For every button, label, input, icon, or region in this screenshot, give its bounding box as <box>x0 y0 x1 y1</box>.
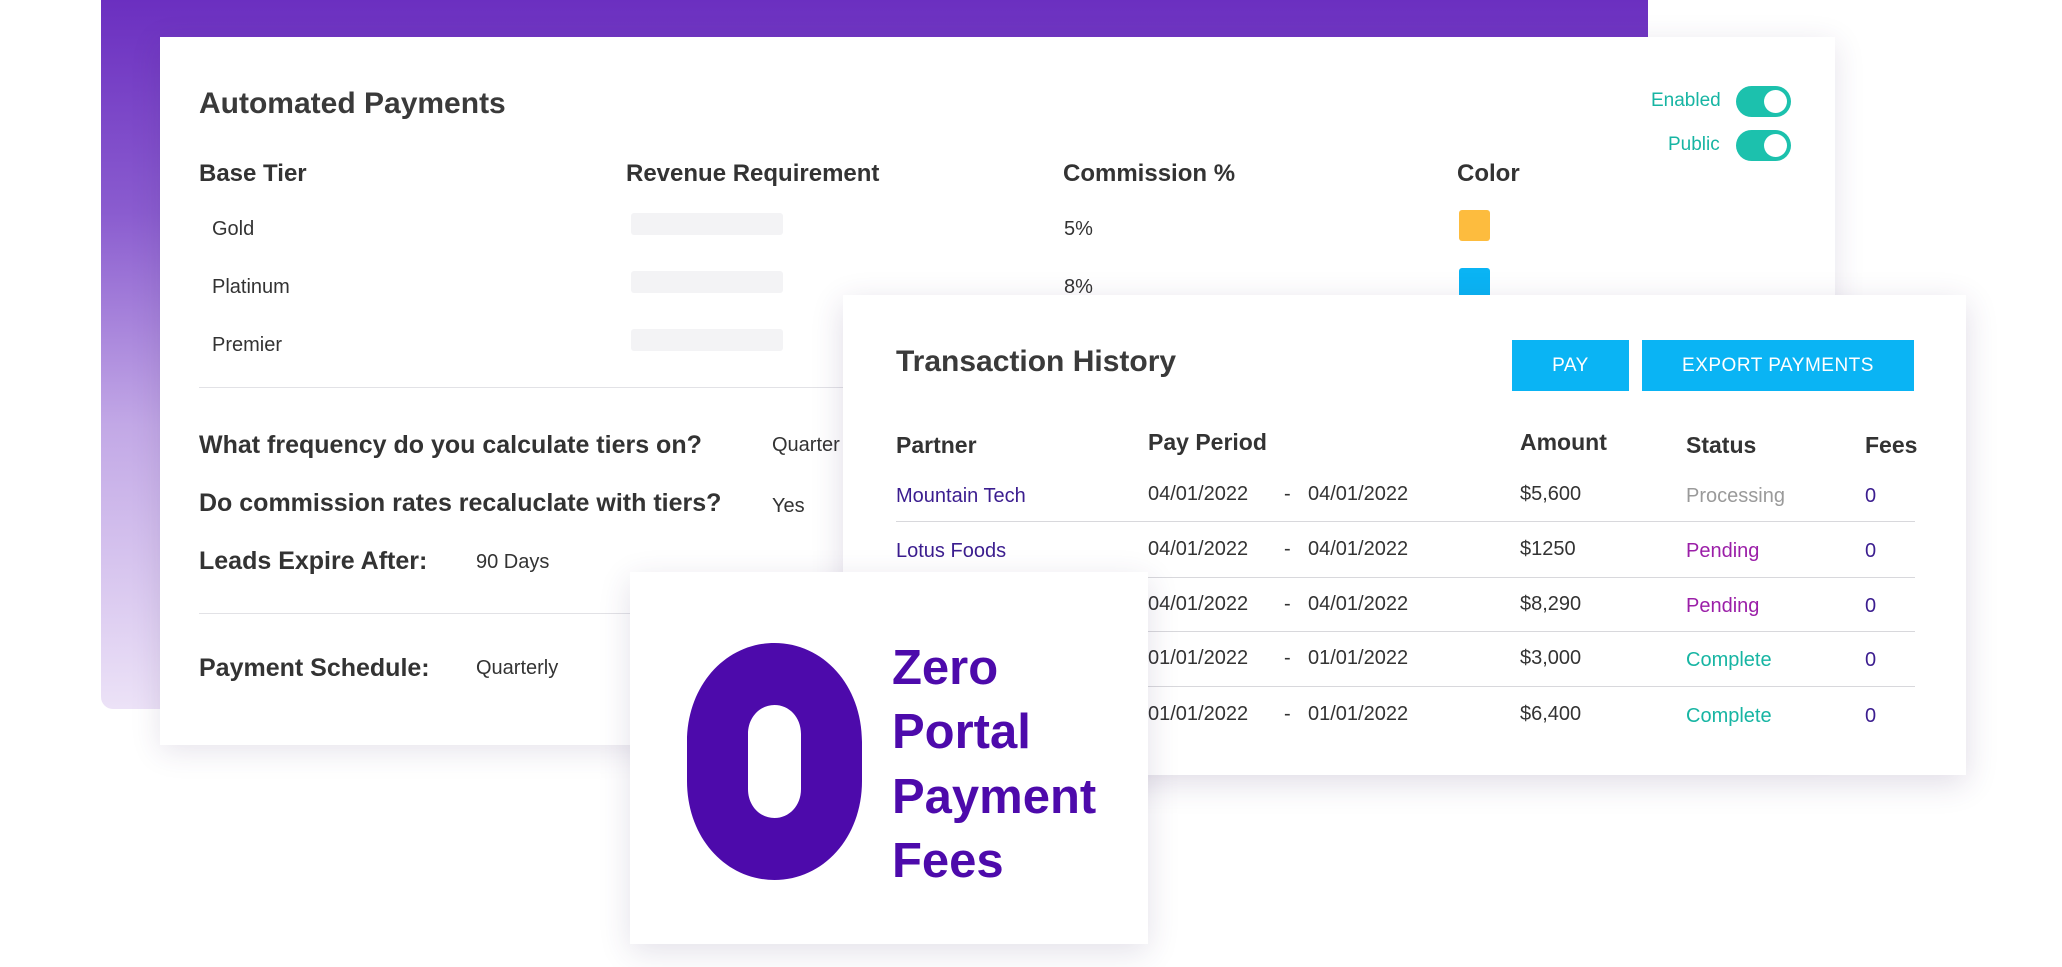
divider <box>199 387 899 388</box>
period-end: 01/01/2022 <box>1308 703 1409 725</box>
col-commission: Commission % <box>1063 160 1236 187</box>
public-toggle[interactable] <box>1736 130 1791 161</box>
status-badge: Processing <box>1686 485 1785 507</box>
promo-line-3: Payment <box>892 770 1097 824</box>
promo-line-1: Zero <box>892 641 999 695</box>
partner-link[interactable]: Mountain Tech <box>896 485 1026 508</box>
tier-name-gold: Gold <box>212 218 255 240</box>
period-start: 01/01/2022 <box>1148 703 1249 725</box>
export-payments-button[interactable]: EXPORT PAYMENTS <box>1642 340 1914 391</box>
period-separator: - <box>1284 647 1291 669</box>
answer-frequency[interactable]: Quarter <box>772 434 840 457</box>
toggle-knob <box>1764 90 1787 113</box>
payment-schedule-value[interactable]: Quarterly <box>476 657 558 680</box>
question-leads-expire: Leads Expire After: <box>199 547 428 575</box>
period-separator: - <box>1284 703 1291 725</box>
col-partner: Partner <box>896 432 977 458</box>
promo-line-4: Fees <box>892 834 1004 888</box>
fees-value: 0 <box>1865 705 1877 727</box>
amount: $3,000 <box>1520 647 1582 669</box>
status-badge: Pending <box>1686 540 1760 562</box>
period-separator: - <box>1284 593 1291 615</box>
tier-name-platinum: Platinum <box>212 276 290 298</box>
amount: $1250 <box>1520 538 1576 560</box>
toggle-knob <box>1764 134 1787 157</box>
period-end: 04/01/2022 <box>1308 483 1409 505</box>
commission-gold: 5% <box>1064 218 1093 240</box>
revenue-input-gold[interactable] <box>631 213 783 235</box>
col-revenue-requirement: Revenue Requirement <box>626 160 880 187</box>
fees-value: 0 <box>1865 540 1877 562</box>
period-start: 01/01/2022 <box>1148 647 1249 669</box>
amount: $5,600 <box>1520 483 1582 505</box>
period-separator: - <box>1284 538 1291 560</box>
period-start: 04/01/2022 <box>1148 538 1249 560</box>
period-end: 01/01/2022 <box>1308 647 1409 669</box>
divider <box>199 613 639 614</box>
row-divider <box>896 521 1915 522</box>
col-pay-period: Pay Period <box>1148 429 1267 455</box>
enabled-label: Enabled <box>1651 90 1721 111</box>
period-start: 04/01/2022 <box>1148 483 1249 505</box>
tier-name-premier: Premier <box>212 334 283 356</box>
answer-recalculate[interactable]: Yes <box>772 495 805 518</box>
public-label: Public <box>1668 134 1720 155</box>
col-status: Status <box>1686 432 1757 458</box>
status-badge: Complete <box>1686 705 1772 727</box>
period-separator: - <box>1284 483 1291 505</box>
answer-leads-expire[interactable]: 90 Days <box>476 551 549 574</box>
period-end: 04/01/2022 <box>1308 538 1409 560</box>
question-frequency: What frequency do you calculate tiers on… <box>199 431 702 459</box>
zero-fees-promo-card: Zero Portal Payment Fees <box>630 572 1148 944</box>
fees-value: 0 <box>1865 595 1877 617</box>
fees-value: 0 <box>1865 649 1877 671</box>
status-badge: Complete <box>1686 649 1772 671</box>
payment-schedule-label: Payment Schedule: <box>199 654 430 682</box>
enabled-toggle[interactable] <box>1736 86 1791 117</box>
col-base-tier: Base Tier <box>199 160 307 187</box>
zero-digit-icon <box>687 643 862 880</box>
revenue-input-premier[interactable] <box>631 329 783 351</box>
transaction-title: Transaction History <box>896 345 1177 378</box>
period-start: 04/01/2022 <box>1148 593 1249 615</box>
revenue-input-platinum[interactable] <box>631 271 783 293</box>
color-swatch-gold[interactable] <box>1459 210 1490 241</box>
col-color: Color <box>1457 160 1520 187</box>
promo-line-2: Portal <box>892 705 1031 759</box>
amount: $6,400 <box>1520 703 1582 725</box>
question-recalculate: Do commission rates recaluclate with tie… <box>199 489 722 517</box>
card-title: Automated Payments <box>199 87 506 120</box>
period-end: 04/01/2022 <box>1308 593 1409 615</box>
amount: $8,290 <box>1520 593 1582 615</box>
status-badge: Pending <box>1686 595 1760 617</box>
fees-value: 0 <box>1865 485 1877 507</box>
col-fees: Fees <box>1865 432 1918 458</box>
pay-button[interactable]: PAY <box>1512 340 1629 391</box>
col-amount: Amount <box>1520 429 1607 455</box>
partner-link[interactable]: Lotus Foods <box>896 540 1006 563</box>
